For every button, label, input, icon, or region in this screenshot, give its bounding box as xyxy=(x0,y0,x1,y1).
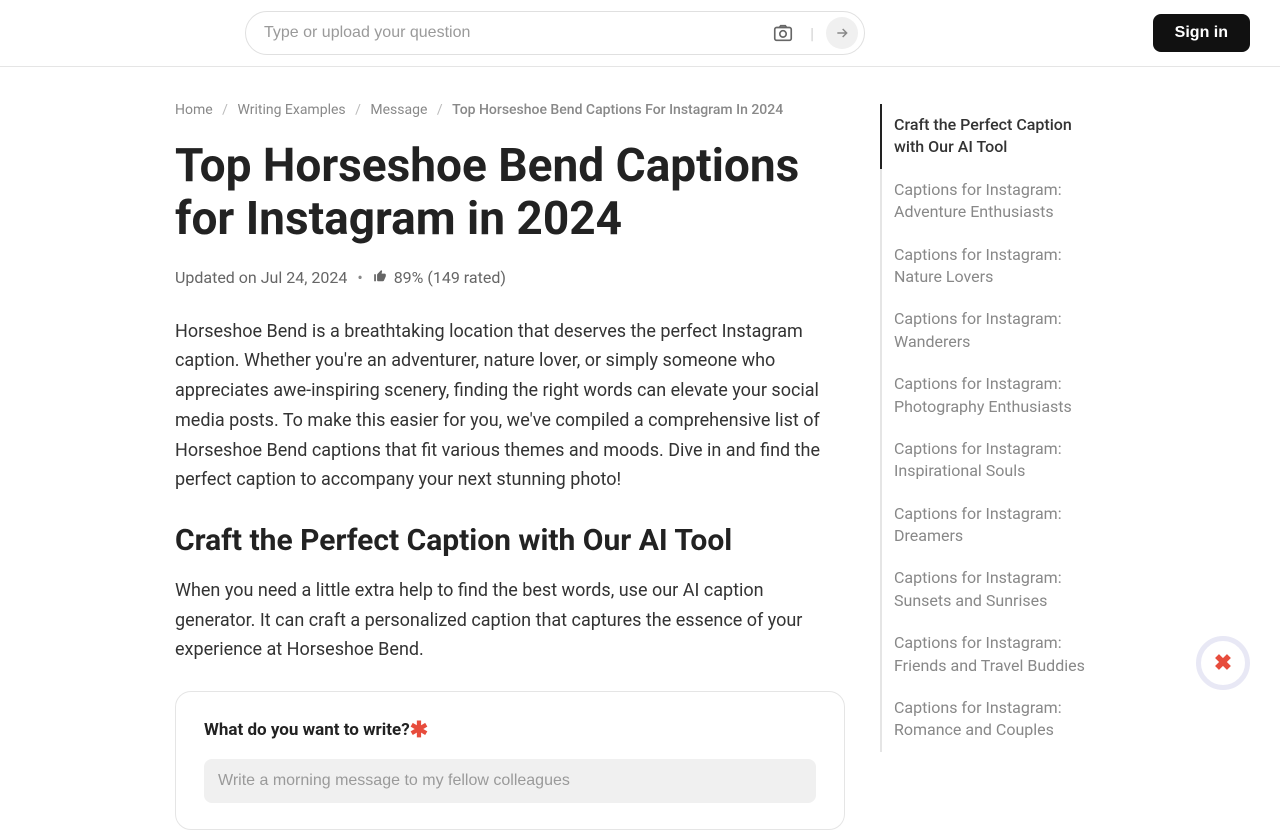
toc-item[interactable]: Captions for Instagram: Wanderers xyxy=(880,298,1100,363)
toc-item[interactable]: Craft the Perfect Caption with Our AI To… xyxy=(880,104,1100,169)
toc-item[interactable]: Captions for Instagram: Dreamers xyxy=(880,493,1100,558)
search-container: | xyxy=(245,11,865,55)
toc-item[interactable]: Captions for Instagram: Sunsets and Sunr… xyxy=(880,557,1100,622)
sign-in-button[interactable]: Sign in xyxy=(1153,14,1250,52)
toc-item[interactable]: Captions for Instagram: Friends and Trav… xyxy=(880,622,1100,687)
fab-icon: ✖ xyxy=(1214,651,1232,676)
page-title: Top Horseshoe Bend Captions for Instagra… xyxy=(175,140,845,246)
breadcrumb-writing-examples[interactable]: Writing Examples xyxy=(237,102,345,118)
toc-item[interactable]: Captions for Instagram: Nature Lovers xyxy=(880,234,1100,299)
submit-search-button[interactable] xyxy=(826,17,858,49)
rating: 89% (149 rated) xyxy=(373,268,506,287)
toc-item[interactable]: Captions for Instagram: Photography Enth… xyxy=(880,363,1100,428)
meta-dot: • xyxy=(357,268,362,287)
search-divider: | xyxy=(810,24,814,43)
breadcrumb-sep: / xyxy=(437,102,443,118)
thumbs-up-icon xyxy=(373,268,391,287)
search-input[interactable] xyxy=(264,24,772,42)
section-heading-ai-tool: Craft the Perfect Caption with Our AI To… xyxy=(175,523,845,558)
breadcrumb-home[interactable]: Home xyxy=(175,102,213,118)
search-box: | xyxy=(245,11,865,55)
intro-paragraph: Horseshoe Bend is a breathtaking locatio… xyxy=(175,317,845,495)
breadcrumb: Home / Writing Examples / Message / Top … xyxy=(175,102,845,118)
header: | Sign in xyxy=(0,0,1280,67)
floating-action-button[interactable]: ✖ xyxy=(1196,636,1250,690)
article-meta: Updated on Jul 24, 2024 • 89% (149 rated… xyxy=(175,268,845,287)
breadcrumb-sep: / xyxy=(355,102,361,118)
required-asterisk: ✱ xyxy=(410,718,428,743)
toc-item[interactable]: Captions for Instagram: Romance and Coup… xyxy=(880,687,1100,752)
caption-input[interactable] xyxy=(204,759,816,803)
section-text-ai-tool: When you need a little extra help to fin… xyxy=(175,576,845,665)
breadcrumb-current: Top Horseshoe Bend Captions For Instagra… xyxy=(452,102,783,118)
form-label: What do you want to write?✱ xyxy=(204,718,816,743)
toc-item[interactable]: Captions for Instagram: Adventure Enthus… xyxy=(880,169,1100,234)
caption-form: What do you want to write?✱ xyxy=(175,691,845,830)
content-wrapper: Home / Writing Examples / Message / Top … xyxy=(0,67,1280,830)
table-of-contents: Craft the Perfect Caption with Our AI To… xyxy=(880,102,1100,830)
camera-icon[interactable] xyxy=(772,22,794,44)
main-content: Home / Writing Examples / Message / Top … xyxy=(175,102,845,830)
updated-date: Updated on Jul 24, 2024 xyxy=(175,268,347,287)
breadcrumb-sep: / xyxy=(222,102,228,118)
breadcrumb-message[interactable]: Message xyxy=(370,102,427,118)
toc-item[interactable]: Captions for Instagram: Inspirational So… xyxy=(880,428,1100,493)
